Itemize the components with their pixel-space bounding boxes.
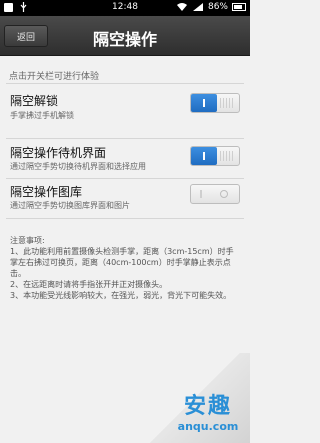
notes-line: 击。 (10, 269, 26, 278)
setting-title: 隔空操作待机界面 (10, 146, 107, 160)
toggle-knob (191, 94, 217, 112)
setting-title: 隔空解锁 (10, 94, 59, 108)
notes-line: 3、本功能受光线影响较大，在强光，弱光，背光下可能失效。 (10, 291, 232, 300)
setting-title: 隔空操作图库 (10, 185, 83, 199)
watermark-logo: 安趣 anqu.com (172, 388, 244, 433)
setting-subtitle: 通过隔空手势切换待机界面和选择应用 (10, 162, 146, 171)
page-title: 隔空操作 (92, 30, 157, 49)
toggle-grip (220, 98, 234, 108)
gallery-toggle[interactable] (190, 184, 240, 204)
setting-row-standby[interactable]: 隔空操作待机界面 通过隔空手势切换待机界面和选择应用 (0, 141, 250, 179)
divider (6, 178, 244, 179)
watermark-url: anqu.com (177, 420, 239, 433)
divider (6, 218, 244, 219)
setting-row-air-unlock[interactable]: 隔空解锁 手掌拂过手机解锁 (0, 86, 250, 131)
battery-percent: 86% (207, 2, 228, 12)
signal-icon (192, 3, 203, 11)
divider (6, 83, 244, 84)
notes-line: 2、在远距离时请将手指张开并正对摄像头。 (10, 280, 168, 289)
toggle-grip (220, 151, 234, 161)
notes-section: 注意事项: 1、此功能利用前置摄像头检测手掌，距离（3cm-15cm）时手 掌左… (10, 235, 242, 301)
setting-row-gallery[interactable]: 隔空操作图库 通过隔空手势切换图库界面和图片 (0, 180, 250, 218)
notes-line: 1、此功能利用前置摄像头检测手掌，距离（3cm-15cm）时手 (10, 247, 234, 256)
setting-subtitle: 通过隔空手势切换图库界面和图片 (10, 201, 130, 210)
notes-line: 掌左右拂过可换页，距离（40cm-100cm）时手掌静止表示点 (10, 258, 231, 267)
air-unlock-toggle[interactable] (190, 93, 240, 113)
title-bar: 返回 隔空操作 (0, 16, 250, 56)
toggle-off-bar (200, 190, 202, 198)
status-bar: 12:48 86% (0, 0, 250, 16)
divider (6, 138, 244, 139)
watermark-brand: 安趣 (183, 394, 232, 419)
hint-text: 点击开关栏可进行体验 (9, 72, 100, 82)
setting-subtitle: 手掌拂过手机解锁 (10, 111, 74, 120)
notes-heading: 注意事项: (10, 236, 45, 245)
toggle-knob (191, 147, 217, 165)
wifi-icon (176, 3, 187, 11)
standby-toggle[interactable] (190, 146, 240, 166)
toggle-off-circle (220, 190, 228, 198)
battery-icon (232, 3, 246, 11)
